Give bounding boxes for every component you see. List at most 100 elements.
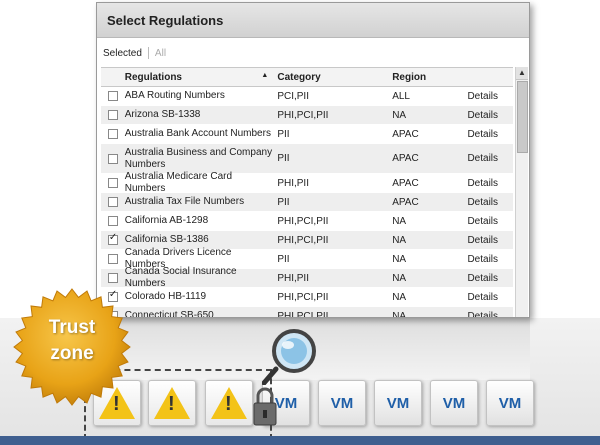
filter-selected-link[interactable]: Selected [103,48,142,59]
regulation-name: Colorado HB-1119 [124,291,207,302]
row-checkbox[interactable] [107,178,118,188]
row-checkbox[interactable] [107,273,118,283]
filter-bar: Selected All [97,38,529,68]
regulation-name: Arizona SB-1338 [124,109,201,120]
details-link[interactable]: Details [467,153,513,164]
details-link[interactable]: Details [467,110,513,121]
column-header-regulations[interactable]: Regulations ▲ [125,72,274,83]
regulation-region: ALL [392,90,410,102]
row-checkbox[interactable] [107,110,118,120]
trust-zone-label: Trust zone [12,315,132,367]
filter-divider [147,47,149,59]
row-checkbox-cell [101,129,125,139]
vm-box: VM [430,380,478,426]
filter-all-link[interactable]: All [155,48,166,59]
bottom-bar [0,436,600,445]
vm-box: VM [374,380,422,426]
regulation-category: PII [277,128,290,140]
row-checkbox[interactable] [107,153,118,164]
regulation-region: NA [392,215,407,227]
row-checkbox[interactable] [107,232,118,245]
details-link[interactable]: Details [467,216,513,227]
table-row[interactable]: Australia Tax File Numbers PII APAC Details [101,193,513,212]
regulation-category: PHI,PCI,PII [277,234,329,246]
scroll-thumb[interactable] [517,81,528,153]
magnifier-icon [262,329,316,385]
regulation-category: PHI,PCI,PII [277,215,329,227]
row-checkbox-cell [101,153,125,164]
details-link[interactable]: Details [467,273,513,284]
regulation-category: PII [277,153,290,164]
table-header: Regulations ▲ Category Region [101,68,513,87]
row-checkbox-cell [101,178,125,188]
scroll-up-icon[interactable]: ▲ [516,67,528,80]
regulation-category: PCI,PII [277,90,309,102]
regulation-name: Australia Business and Company Numbers [124,146,273,170]
trust-zone-label-line1: Trust [48,317,96,338]
regulation-name: Australia Bank Account Numbers [124,128,271,139]
row-checkbox-cell [101,273,125,283]
table-row[interactable]: Arizona SB-1338 PHI,PCI,PII NA Details [101,106,513,125]
row-checkbox[interactable] [107,91,118,101]
regulation-region: NA [392,272,407,284]
regulation-region: NA [392,234,407,246]
regulation-name: California AB-1298 [124,215,209,226]
regulation-name: California SB-1386 [124,234,209,245]
row-checkbox-cell [101,91,125,101]
table-row[interactable]: Connecticut SB-650 PHI,PCI,PII NA Details [101,307,513,318]
regulation-name: Australia Medicare Card Numbers [124,171,233,194]
regulation-name: Australia Tax File Numbers [124,196,245,207]
table-row[interactable]: Canada Social Insurance Numbers PHI,PII NA… [101,266,513,289]
regulation-region: NA [392,310,407,318]
row-checkbox[interactable] [107,216,118,226]
row-checkbox-cell [101,254,125,264]
details-link[interactable]: Details [467,292,513,303]
sort-ascending-icon: ▲ [261,71,269,79]
regulation-category: PHI,PCI,PII [277,310,329,318]
details-link[interactable]: Details [467,129,513,140]
select-regulations-dialog: Select Regulations Selected All Regulati… [96,2,530,318]
regulation-region: APAC [392,196,419,208]
details-link[interactable]: Details [467,254,513,265]
regulation-name: Canada Social Insurance Numbers [124,266,237,289]
row-checkbox-cell [101,110,125,120]
table-row[interactable]: California AB-1298 PHI,PCI,PII NA Details [101,212,513,231]
padlock-icon [253,387,277,426]
row-checkbox-cell [101,216,125,226]
regulation-region: APAC [392,177,419,189]
column-header-category[interactable]: Category [273,72,392,83]
row-checkbox[interactable] [107,129,118,139]
row-checkbox-cell [101,197,125,207]
table-row[interactable]: Australia Business and Company Numbers PI… [101,144,513,174]
table-row[interactable]: Colorado HB-1119 PHI,PCI,PII NA Details [101,288,513,307]
regulation-category: PHI,PCI,PII [277,291,329,303]
details-link[interactable]: Details [467,178,513,189]
column-header-regulations-label: Regulations [124,71,182,83]
vm-box: VM [318,380,366,426]
regulation-region: NA [392,253,407,265]
trust-zone-label-line2: zone [50,343,94,364]
details-link[interactable]: Details [467,311,513,318]
table-row[interactable]: Australia Bank Account Numbers PII APAC Det… [101,125,513,144]
regulation-region: NA [392,291,407,303]
regulation-category: PII [277,253,290,265]
row-checkbox[interactable] [107,197,118,207]
row-checkbox[interactable] [107,254,118,264]
table-row[interactable]: Australia Medicare Card Numbers PHI,PII AP… [101,171,513,194]
table-row[interactable]: ABA Routing Numbers PCI,PII ALL Details [101,87,513,106]
row-checkbox-cell [101,232,125,245]
details-link[interactable]: Details [467,91,513,102]
table-body: ABA Routing Numbers PCI,PII ALL Details Ariz… [101,87,513,318]
regulation-category: PHI,PII [277,272,309,284]
table-scrollbar[interactable]: ▲ [515,67,528,317]
details-link[interactable]: Details [467,235,513,246]
regulation-category: PHI,PII [277,177,309,189]
regulations-table: Regulations ▲ Category Region ABA Routin… [101,67,513,318]
regulation-category: PHI,PCI,PII [277,109,329,121]
column-header-region[interactable]: Region [392,72,467,83]
regulation-name: ABA Routing Numbers [124,90,225,101]
vm-box: VM [486,380,534,426]
details-link[interactable]: Details [467,197,513,208]
regulation-category: PII [277,196,290,208]
regulation-region: APAC [392,153,419,164]
